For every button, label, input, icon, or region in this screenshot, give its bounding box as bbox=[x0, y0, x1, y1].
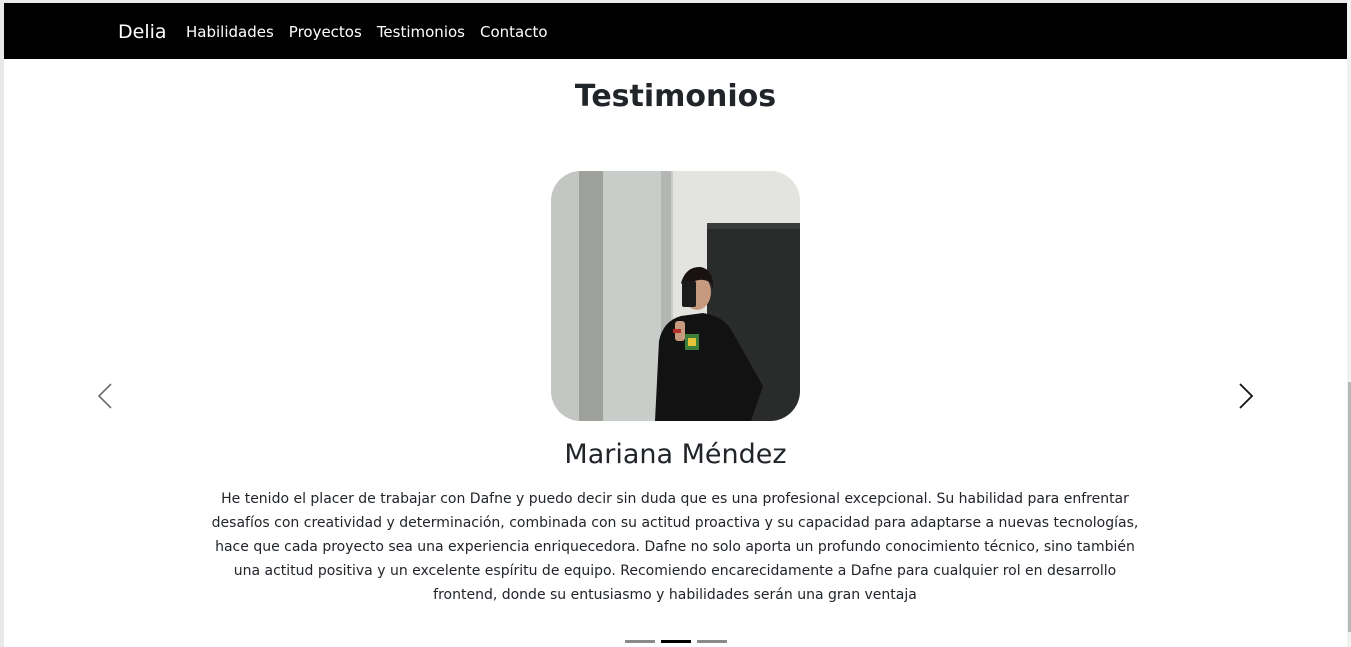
navbar-brand[interactable]: Delia bbox=[118, 20, 167, 44]
carousel-indicator-3[interactable] bbox=[697, 640, 727, 643]
nav-link-contacto[interactable]: Contacto bbox=[480, 22, 548, 42]
testimonial-text: He tenido el placer de trabajar con Dafn… bbox=[211, 491, 1139, 603]
nav-links: Habilidades Proyectos Testimonios Contac… bbox=[186, 22, 563, 42]
section-title: Testimonios bbox=[574, 79, 777, 114]
carousel-prev-button[interactable] bbox=[86, 376, 126, 416]
nav-link-proyectos[interactable]: Proyectos bbox=[289, 22, 362, 42]
page: Delia Habilidades Proyectos Testimonios … bbox=[0, 0, 1351, 647]
carousel-next-button[interactable] bbox=[1226, 376, 1266, 416]
chevron-right-icon bbox=[1239, 383, 1254, 409]
chevron-left-icon bbox=[97, 383, 112, 409]
carousel-indicator-2[interactable] bbox=[661, 640, 691, 643]
testimonial-name: Mariana Méndez bbox=[564, 439, 787, 470]
testimonial-photo bbox=[551, 171, 800, 421]
carousel-indicators bbox=[625, 640, 733, 643]
nav-link-testimonios[interactable]: Testimonios bbox=[377, 22, 465, 42]
carousel-indicator-1[interactable] bbox=[625, 640, 655, 643]
navbar: Delia Habilidades Proyectos Testimonios … bbox=[4, 3, 1347, 59]
mirror-selfie-photo bbox=[551, 171, 800, 421]
nav-link-habilidades[interactable]: Habilidades bbox=[186, 22, 274, 42]
